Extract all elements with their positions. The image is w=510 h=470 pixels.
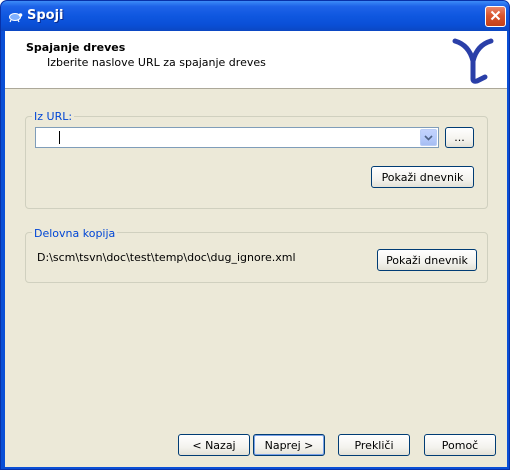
cancel-button[interactable]: Prekliči <box>338 434 410 456</box>
chevron-down-icon <box>424 131 433 144</box>
working-copy-path: D:\scm\tsvn\doc\test\temp\doc\dug_ignore… <box>37 251 296 264</box>
window-title: Spoji <box>27 8 64 23</box>
back-button[interactable]: < Nazaj <box>178 434 250 456</box>
wizard-header: Spajanje dreves Izberite naslove URL za … <box>5 31 507 89</box>
page-subtitle: Izberite naslove URL za spajanje dreves <box>47 56 266 69</box>
page-title: Spajanje dreves <box>26 41 126 54</box>
merge-dialog-window: Spoji Spajanje dreves Izberite naslove U… <box>0 0 510 470</box>
close-button[interactable] <box>485 6 506 27</box>
close-icon <box>490 10 501 24</box>
wc-show-log-button[interactable]: Pokaži dnevnik <box>377 249 477 271</box>
merge-logo-icon <box>451 35 495 85</box>
tortoise-app-icon <box>7 8 23 24</box>
text-cursor <box>59 131 60 144</box>
help-button[interactable]: Pomoč <box>424 434 496 456</box>
from-url-label: Iz URL: <box>32 110 75 123</box>
working-copy-label: Delovna kopija <box>32 227 118 240</box>
combo-dropdown-button[interactable] <box>420 129 437 146</box>
next-button[interactable]: Naprej > <box>253 434 325 456</box>
url-combobox[interactable] <box>35 127 439 148</box>
url-show-log-button[interactable]: Pokaži dnevnik <box>371 166 474 188</box>
title-bar[interactable]: Spoji <box>1 1 509 31</box>
browse-button[interactable]: ... <box>445 127 474 148</box>
dialog-client-area: Spajanje dreves Izberite naslove URL za … <box>5 31 507 467</box>
